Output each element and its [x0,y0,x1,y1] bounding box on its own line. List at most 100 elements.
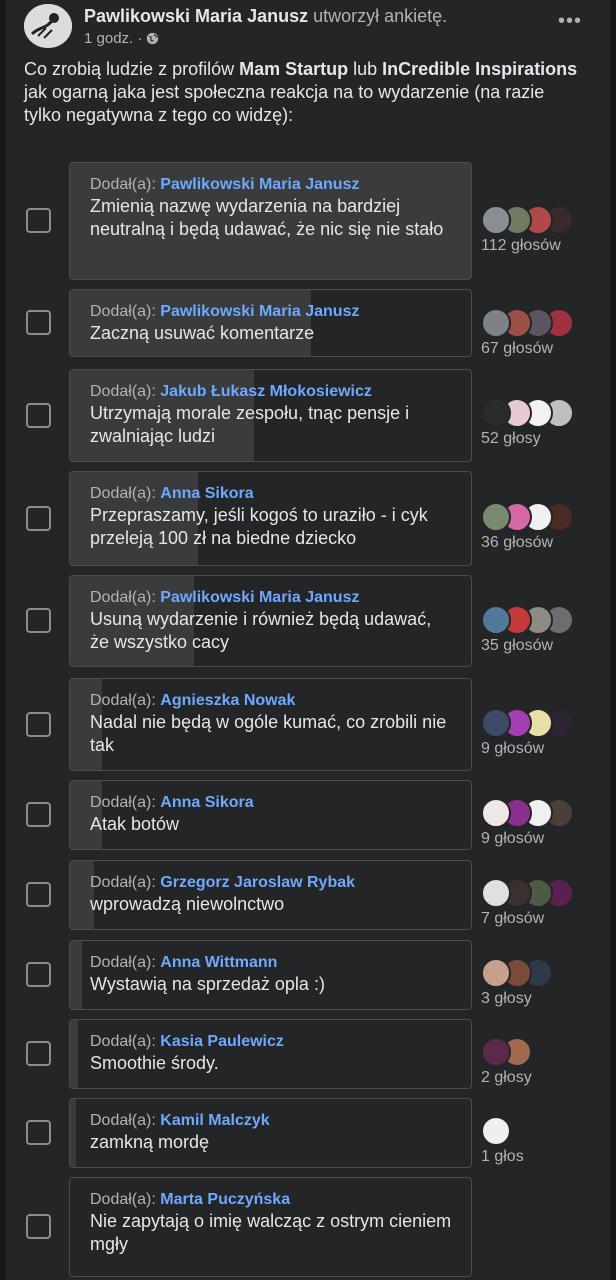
voters-summary[interactable]: 9 głosów [481,798,574,848]
voter-avatar[interactable] [481,502,511,532]
option-answer[interactable]: Dodał(a): Kasia Paulewicz Smoothie środy. [69,1019,472,1089]
vote-count[interactable]: 9 głosów [481,740,544,758]
option-checkbox[interactable] [26,208,51,233]
vote-count[interactable]: 1 głos [481,1148,524,1166]
added-by-name[interactable]: Grzegorz Jaroslaw Rybak [160,874,355,891]
voter-avatar[interactable] [481,308,511,338]
option-answer[interactable]: Dodał(a): Pawlikowski Maria Janusz Zmieni… [69,162,472,280]
post-time[interactable]: 1 godz. · [84,30,142,47]
option-answer[interactable]: Dodał(a): Jakub Łukasz Młokosiewicz Utrzy… [69,369,472,462]
voters-summary[interactable]: 67 głosów [481,308,574,358]
voters-summary[interactable]: 1 głos [481,1116,524,1166]
option-checkbox[interactable] [26,802,51,827]
post-header: Pawlikowski Maria Janusz utworzył ankiet… [24,4,594,48]
option-checkbox[interactable] [26,505,51,531]
added-by-name[interactable]: Anna Sikora [160,794,253,811]
voter-avatar[interactable] [481,605,511,635]
option-checkbox[interactable] [26,882,51,907]
option-answer[interactable]: Dodał(a): Anna Wittmann Wystawią na sprze… [69,940,472,1010]
added-by: Dodał(a): Kasia Paulewicz [90,1032,453,1052]
added-by-name[interactable]: Kamil Malczyk [160,1112,269,1129]
added-by-label: Dodał(a): [90,383,156,400]
option-text: Przepraszamy, jeśli kogoś to uraziło - i… [90,505,428,548]
added-by-name[interactable]: Agnieszka Nowak [160,692,295,709]
author-avatar[interactable] [24,4,72,48]
voters-summary[interactable]: 2 głosy [481,1037,532,1087]
vote-count[interactable]: 112 głosów [481,237,561,255]
added-by: Dodał(a): Jakub Łukasz Młokosiewicz [90,382,453,402]
voters-summary[interactable]: 35 głosów [481,605,574,655]
voters-summary[interactable]: 3 głosy [481,958,553,1008]
option-answer[interactable]: Dodał(a): Kamil Malczyk zamkną mordę [69,1098,472,1168]
added-by: Dodał(a): Pawlikowski Maria Janusz [90,588,453,608]
voter-avatar[interactable] [481,1116,511,1146]
option-checkbox[interactable] [26,310,51,335]
option-answer[interactable]: Dodał(a): Anna Sikora Przepraszamy, jeśli… [69,471,472,566]
option-text: wprowadzą niewolnctwo [90,894,285,914]
added-by-name[interactable]: Anna Sikora [160,485,253,502]
vote-count[interactable]: 9 głosów [481,830,544,848]
voter-avatar[interactable] [481,708,511,738]
option-checkbox[interactable] [26,1214,51,1239]
option-text: Smoothie środy. [90,1053,219,1073]
voters-summary[interactable]: 36 głosów [481,502,574,552]
author-name[interactable]: Pawlikowski Maria Janusz [84,6,308,26]
option-checkbox[interactable] [26,711,51,737]
option-checkbox[interactable] [26,608,51,633]
voter-avatar[interactable] [481,958,511,988]
post-question: Co zrobią ludzie z profilów Mam Startup … [24,59,578,125]
option-checkbox[interactable] [26,1120,51,1145]
option-answer[interactable]: Dodał(a): Grzegorz Jaroslaw Rybak wprowad… [69,860,472,930]
option-text: Nadal nie będą w ogóle kumać, co zrobili… [90,712,447,755]
added-by: Dodał(a): Anna Sikora [90,484,453,504]
added-by-label: Dodał(a): [90,692,156,709]
voters-summary[interactable]: 112 głosów [481,205,574,255]
option-answer[interactable]: Dodał(a): Agnieszka Nowak Nadal nie będą … [69,678,472,771]
voter-avatar[interactable] [481,205,511,235]
post-action: utworzył ankietę. [313,6,448,26]
added-by: Dodał(a): Agnieszka Nowak [90,691,453,711]
added-by-name[interactable]: Jakub Łukasz Młokosiewicz [160,383,372,400]
page-mention-incredible: InCredible Inspirations [382,59,578,79]
option-checkbox[interactable] [26,402,51,428]
vote-count[interactable]: 35 głosów [481,637,553,655]
poll-post-card: Pawlikowski Maria Janusz utworzył ankiet… [0,0,616,1280]
added-by: Dodał(a): Kamil Malczyk [90,1111,453,1131]
voters-summary[interactable]: 52 głosy [481,398,574,448]
added-by-name[interactable]: Kasia Paulewicz [160,1033,284,1050]
option-answer[interactable]: Dodał(a): Marta Puczyńska Nie zapytają o … [69,1177,472,1277]
added-by-name[interactable]: Pawlikowski Maria Janusz [160,176,359,193]
voter-avatar[interactable] [481,1037,511,1067]
option-answer[interactable]: Dodał(a): Pawlikowski Maria Janusz Zaczną… [69,289,472,357]
added-by-name[interactable]: Pawlikowski Maria Janusz [160,589,359,606]
option-checkbox[interactable] [26,962,51,987]
added-by-name[interactable]: Anna Wittmann [160,954,277,971]
vote-count[interactable]: 2 głosy [481,1069,532,1087]
option-text: Atak botów [90,814,180,834]
page-mention-mam-startup: Mam Startup [239,59,349,79]
vote-count[interactable]: 67 głosów [481,340,553,358]
option-text: Utrzymają morale zespołu, tnąc pensje i … [90,403,410,446]
voter-avatar[interactable] [481,878,511,908]
added-by: Dodał(a): Marta Puczyńska [90,1190,453,1210]
vote-count[interactable]: 3 głosy [481,990,532,1008]
option-text: Nie zapytają o imię walcząc z ostrym cie… [90,1211,452,1254]
added-by-label: Dodał(a): [90,954,156,971]
option-checkbox[interactable] [26,1041,51,1066]
added-by-name[interactable]: Marta Puczyńska [160,1191,290,1208]
added-by-label: Dodał(a): [90,589,156,606]
option-answer[interactable]: Dodał(a): Pawlikowski Maria Janusz Usuną … [69,575,472,667]
voters-summary[interactable]: 9 głosów [481,708,574,758]
added-by-label: Dodał(a): [90,1112,156,1129]
voter-avatar[interactable] [481,398,511,428]
added-by: Dodał(a): Pawlikowski Maria Janusz [90,302,453,322]
voter-avatar[interactable] [481,798,511,828]
vote-count[interactable]: 52 głosy [481,430,541,448]
option-answer[interactable]: Dodał(a): Anna Sikora Atak botów [69,780,472,850]
vote-count[interactable]: 36 głosów [481,534,553,552]
added-by-name[interactable]: Pawlikowski Maria Janusz [160,303,359,320]
vote-count[interactable]: 7 głosów [481,910,544,928]
voters-summary[interactable]: 7 głosów [481,878,574,928]
option-text: Zmienią nazwę wydarzenia na bardziej neu… [90,196,444,239]
more-options-button[interactable]: ••• [558,10,582,33]
